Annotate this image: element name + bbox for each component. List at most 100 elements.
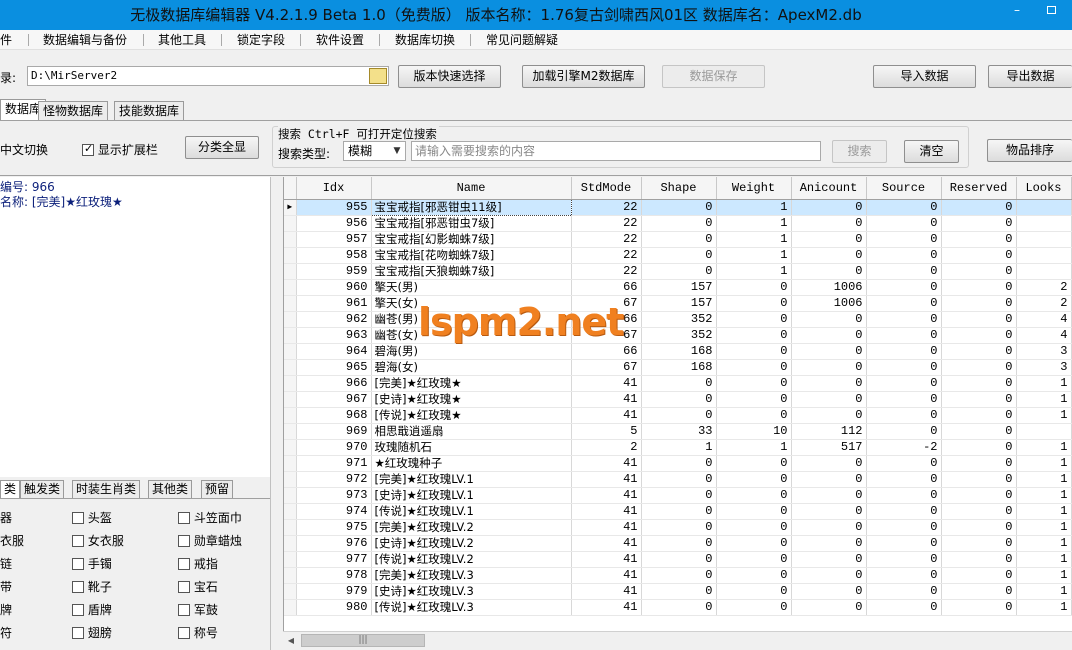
cell-shape[interactable]: 0: [641, 247, 717, 264]
cell-weight[interactable]: 0: [716, 551, 792, 568]
row-indicator[interactable]: [284, 535, 297, 552]
cell-reserved[interactable]: 0: [941, 247, 1017, 264]
maximize-button[interactable]: [1034, 0, 1068, 22]
cell-stdmode[interactable]: 67: [571, 359, 642, 376]
cell-shape[interactable]: 0: [641, 407, 717, 424]
table-row[interactable]: 958 宝宝戒指[花吻蜘蛛7级] 22 0 1 0 0 0: [284, 247, 1072, 264]
cell-idx[interactable]: 972: [296, 471, 372, 488]
cell-reserved[interactable]: 0: [941, 583, 1017, 600]
cell-anicount[interactable]: 0: [791, 263, 867, 280]
cell-stdmode[interactable]: 41: [571, 407, 642, 424]
cell-source[interactable]: 0: [866, 423, 942, 440]
row-indicator[interactable]: [284, 263, 297, 280]
show-all-categories-button[interactable]: 分类全显: [185, 136, 259, 159]
cell-idx[interactable]: 962: [296, 311, 372, 328]
cell-looks[interactable]: [1016, 263, 1072, 280]
row-indicator[interactable]: [284, 519, 297, 536]
table-row[interactable]: 975 [完美]★红玫瑰LV.2 41 0 0 0 0 0 1: [284, 519, 1072, 536]
splitter[interactable]: [270, 177, 283, 650]
cell-stdmode[interactable]: 41: [571, 519, 642, 536]
table-row[interactable]: 964 碧海(男) 66 168 0 0 0 0 3: [284, 343, 1072, 360]
category-checkbox[interactable]: 链: [0, 555, 12, 572]
cell-weight[interactable]: 0: [716, 535, 792, 552]
cell-anicount[interactable]: 0: [791, 199, 867, 216]
cell-reserved[interactable]: 0: [941, 535, 1017, 552]
cell-looks[interactable]: 1: [1016, 375, 1072, 392]
cell-stdmode[interactable]: 22: [571, 199, 642, 216]
table-row[interactable]: 977 [传说]★红玫瑰LV.2 41 0 0 0 0 0 1: [284, 551, 1072, 568]
row-indicator[interactable]: [284, 599, 297, 616]
category-checkbox[interactable]: 头盔: [72, 509, 112, 526]
search-type-select[interactable]: 模糊 ▼: [343, 141, 406, 161]
category-checkbox[interactable]: 符: [0, 624, 12, 641]
cell-stdmode[interactable]: 41: [571, 599, 642, 616]
cell-name[interactable]: 玫瑰随机石: [371, 439, 572, 456]
cell-looks[interactable]: 1: [1016, 583, 1072, 600]
cell-looks[interactable]: [1016, 247, 1072, 264]
category-tab-other[interactable]: 其他类: [148, 480, 193, 499]
cell-idx[interactable]: 975: [296, 519, 372, 536]
cell-name[interactable]: [完美]★红玫瑰LV.1: [371, 471, 572, 488]
load-m2-db-button[interactable]: 加载引擎M2数据库: [522, 65, 645, 88]
cell-idx[interactable]: 974: [296, 503, 372, 520]
cell-stdmode[interactable]: 41: [571, 471, 642, 488]
cell-reserved[interactable]: 0: [941, 519, 1017, 536]
cell-shape[interactable]: 168: [641, 343, 717, 360]
import-data-button[interactable]: 导入数据: [873, 65, 976, 88]
cell-stdmode[interactable]: 41: [571, 487, 642, 504]
cell-anicount[interactable]: 0: [791, 535, 867, 552]
table-row[interactable]: 979 [史诗]★红玫瑰LV.3 41 0 0 0 0 0 1: [284, 583, 1072, 600]
cell-reserved[interactable]: 0: [941, 407, 1017, 424]
cell-reserved[interactable]: 0: [941, 279, 1017, 296]
cell-name[interactable]: 碧海(男): [371, 343, 572, 360]
category-checkbox[interactable]: 勋章蜡烛: [178, 532, 242, 549]
cell-name[interactable]: [传说]★红玫瑰★: [371, 407, 572, 424]
category-checkbox[interactable]: 盾牌: [72, 601, 112, 618]
category-tab-reserved[interactable]: 预留: [201, 480, 234, 499]
cell-reserved[interactable]: 0: [941, 551, 1017, 568]
cell-looks[interactable]: [1016, 199, 1072, 216]
cell-weight[interactable]: 0: [716, 503, 792, 520]
category-checkbox[interactable]: 牌: [0, 601, 12, 618]
cell-shape[interactable]: 33: [641, 423, 717, 440]
cell-weight[interactable]: 0: [716, 583, 792, 600]
cell-idx[interactable]: 978: [296, 567, 372, 584]
cell-weight[interactable]: 1: [716, 439, 792, 456]
table-row[interactable]: 978 [完美]★红玫瑰LV.3 41 0 0 0 0 0 1: [284, 567, 1072, 584]
save-data-button[interactable]: 数据保存: [662, 65, 765, 88]
cell-source[interactable]: 0: [866, 327, 942, 344]
cell-source[interactable]: 0: [866, 279, 942, 296]
row-indicator[interactable]: [284, 215, 297, 232]
cell-shape[interactable]: 352: [641, 311, 717, 328]
cell-anicount[interactable]: 0: [791, 583, 867, 600]
cell-shape[interactable]: 0: [641, 231, 717, 248]
cell-anicount[interactable]: 0: [791, 471, 867, 488]
cell-idx[interactable]: 961: [296, 295, 372, 312]
table-row[interactable]: 969 相思戢逍遥扇 5 33 10 112 0 0: [284, 423, 1072, 440]
cell-anicount[interactable]: 112: [791, 423, 867, 440]
cell-anicount[interactable]: 1006: [791, 295, 867, 312]
cell-weight[interactable]: 1: [716, 199, 792, 216]
column-header-weight[interactable]: Weight: [716, 177, 792, 200]
cell-anicount[interactable]: 0: [791, 487, 867, 504]
cell-reserved[interactable]: 0: [941, 311, 1017, 328]
row-indicator[interactable]: [284, 327, 297, 344]
cell-idx[interactable]: 979: [296, 583, 372, 600]
table-row[interactable]: 966 [完美]★红玫瑰★ 41 0 0 0 0 0 1: [284, 375, 1072, 392]
cell-stdmode[interactable]: 66: [571, 343, 642, 360]
cell-idx[interactable]: 971: [296, 455, 372, 472]
folder-icon[interactable]: [369, 68, 387, 84]
cell-weight[interactable]: 0: [716, 471, 792, 488]
cell-idx[interactable]: 977: [296, 551, 372, 568]
row-indicator[interactable]: [284, 295, 297, 312]
cell-looks[interactable]: 1: [1016, 439, 1072, 456]
category-checkbox[interactable]: 称号: [178, 624, 218, 641]
cell-anicount[interactable]: 0: [791, 407, 867, 424]
category-tab-trigger[interactable]: 触发类: [20, 480, 65, 499]
row-indicator[interactable]: [284, 551, 297, 568]
cell-weight[interactable]: 10: [716, 423, 792, 440]
cell-anicount[interactable]: 0: [791, 215, 867, 232]
table-row[interactable]: 972 [完美]★红玫瑰LV.1 41 0 0 0 0 0 1: [284, 471, 1072, 488]
cell-weight[interactable]: 0: [716, 375, 792, 392]
table-row[interactable]: 961 擎天(女) 67 157 0 1006 0 0 2: [284, 295, 1072, 312]
